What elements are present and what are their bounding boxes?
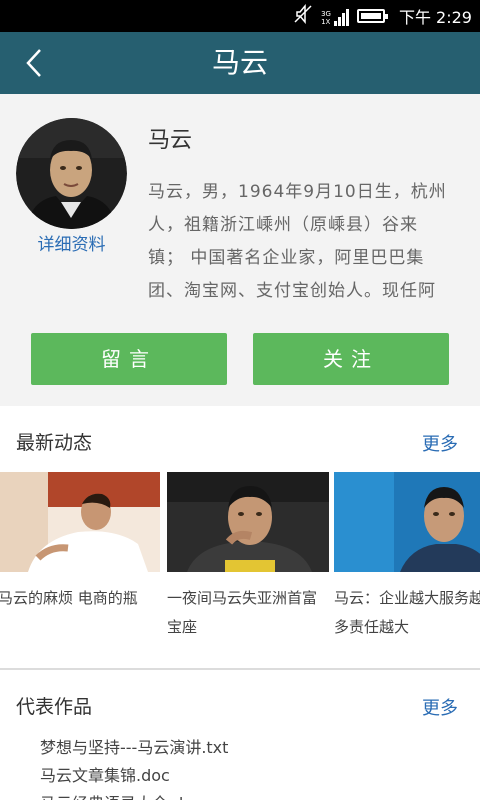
page-title: 马云 (211, 46, 268, 79)
profile-bio: 马云，男，1964年9月10日生，杭州人，祖籍浙江嵊州（原嵊县）谷来镇； 中国著… (148, 182, 447, 301)
follow-button[interactable]: 关注 (253, 333, 449, 385)
works-list: 梦想与坚持---马云演讲.txt 马云文章集锦.doc 马云经典语录大全.doc (40, 734, 460, 800)
works-section-header: 代表作品 更多 (0, 680, 480, 730)
detail-info-link[interactable]: 详细资料 (16, 230, 127, 255)
section-divider (0, 668, 480, 670)
status-bar: 3G 1X 下午 2:29 (0, 0, 480, 32)
news-caption: 马云：企业越大服务越多责任越大 (334, 589, 480, 636)
news-caption: 一夜间马云失亚洲首富宝座 (167, 589, 318, 636)
network-type-top: 3G (321, 10, 331, 18)
news-card[interactable]: 马云的麻烦 电商的瓶 (0, 472, 160, 644)
battery-icon (356, 9, 388, 23)
works-more-link[interactable]: 更多 (422, 694, 458, 720)
news-thumbnail (167, 472, 329, 572)
news-thumbnail (334, 472, 480, 572)
message-button[interactable]: 留言 (31, 333, 227, 385)
works-section-title: 代表作品 (16, 696, 93, 718)
news-card[interactable]: 马云：企业越大服务越多责任越大 (334, 472, 480, 644)
avatar[interactable] (16, 118, 127, 229)
list-item[interactable]: 马云经典语录大全.doc (40, 790, 460, 800)
profile-card: 详细资料 马云 马云，男，1964年9月10日生，杭州人，祖籍浙江嵊州（原嵊县）… (0, 94, 480, 406)
network-type-bottom: 1X (321, 18, 331, 26)
muted-icon (293, 3, 313, 28)
list-item[interactable]: 马云文章集锦.doc (40, 762, 460, 790)
news-carousel[interactable]: 马云的麻烦 电商的瓶 一夜间马云失亚洲首富宝座 马云：企业越大服务越多责任越大 (0, 472, 480, 652)
news-section-header: 最新动态 更多 (0, 416, 480, 466)
list-item[interactable]: 梦想与坚持---马云演讲.txt (40, 734, 460, 762)
signal-icon: 3G 1X (321, 6, 349, 26)
profile-name: 马云 (148, 128, 193, 153)
news-card[interactable]: 一夜间马云失亚洲首富宝座 (167, 472, 329, 644)
status-time: 下午 2:29 (398, 8, 472, 27)
news-thumbnail (0, 472, 160, 572)
news-section-title: 最新动态 (16, 432, 93, 454)
news-more-link[interactable]: 更多 (422, 430, 458, 456)
nav-bar: 马云 (0, 32, 480, 94)
news-caption: 马云的麻烦 电商的瓶 (0, 589, 138, 607)
